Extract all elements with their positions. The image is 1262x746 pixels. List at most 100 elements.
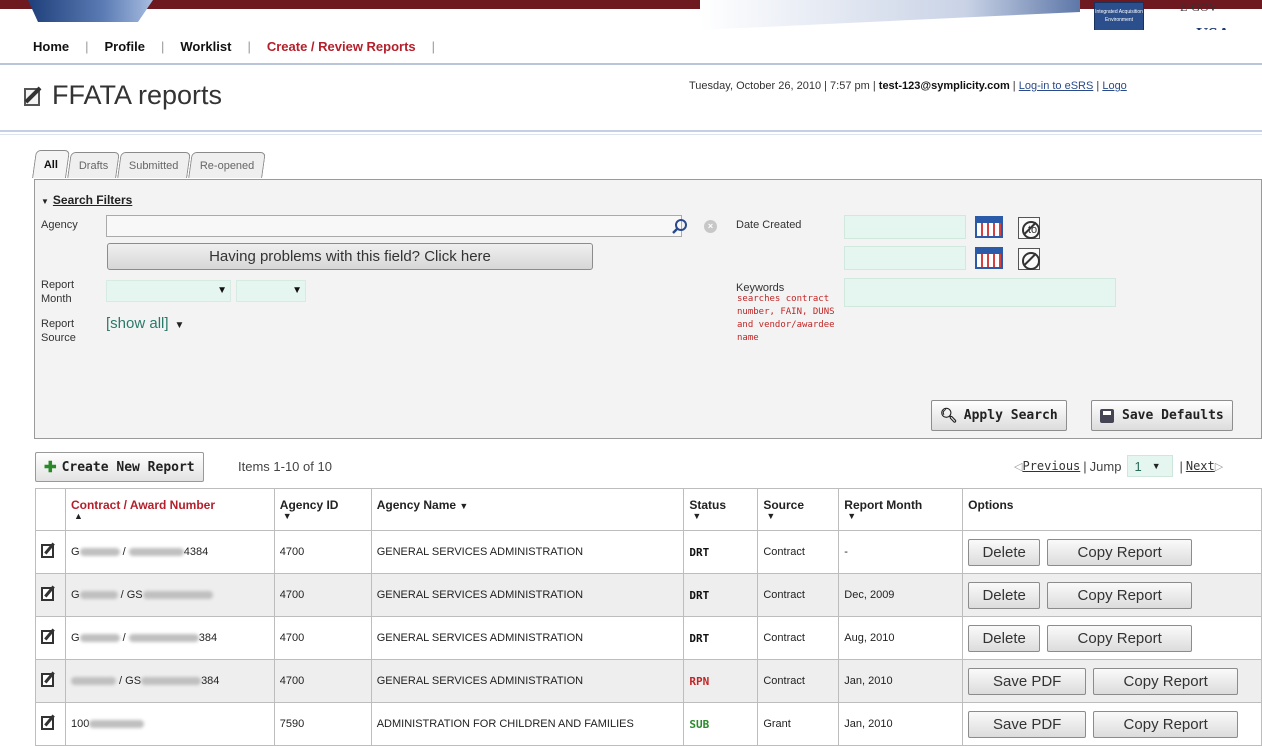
column-header-status[interactable]: Status ▼ — [683, 488, 759, 531]
main-nav: Home | Profile | Worklist | Create / Rev… — [0, 30, 1262, 62]
column-header-edit — [35, 488, 66, 531]
nav-separator: | — [247, 38, 251, 54]
jump-label: Jump — [1089, 458, 1122, 474]
banner-swoosh — [700, 0, 1080, 30]
nav-home[interactable]: Home — [33, 39, 69, 54]
edit-cell — [35, 573, 66, 617]
redacted-text — [89, 720, 145, 729]
date-to-input[interactable] — [844, 246, 966, 270]
copy-report-button[interactable]: Copy Report — [1093, 667, 1239, 695]
login-esrs-link[interactable]: Log-in to eSRS — [1019, 80, 1094, 92]
column-header-report-month[interactable]: Report Month ▼ — [838, 488, 964, 531]
jump-select[interactable]: 1 ▼ — [1127, 455, 1174, 477]
award-number-cell: G / GS — [64, 573, 275, 617]
date-from-input[interactable] — [844, 215, 966, 239]
edit-cell — [35, 616, 66, 660]
status-badge: DRT — [689, 588, 710, 602]
items-count: Items 1-10 of 10 — [238, 459, 332, 474]
agency-input[interactable] — [106, 215, 682, 237]
search-filters-toggle[interactable]: ▼ Search Filters — [41, 193, 132, 207]
header-divider — [0, 130, 1262, 132]
report-month-select[interactable]: ▼ — [106, 280, 231, 302]
keywords-hint: searches contract number, FAIN, DUNS and… — [737, 294, 835, 343]
separator: | — [1009, 80, 1019, 92]
options-cell: Save PDF Copy Report — [962, 659, 1262, 703]
logout-link[interactable]: Logo — [1102, 80, 1126, 92]
plus-icon: ✚ — [44, 459, 57, 476]
redacted-text — [128, 548, 184, 557]
nav-create-review-reports[interactable]: Create / Review Reports — [267, 39, 416, 54]
edit-icon[interactable] — [41, 715, 54, 730]
separator: | — [1093, 80, 1103, 92]
column-header-agency-id[interactable]: Agency ID ▼ — [273, 488, 372, 531]
column-header-source[interactable]: Source ▼ — [757, 488, 840, 531]
redacted-text — [141, 677, 202, 686]
chevron-down-icon: ▼ — [292, 285, 302, 296]
edit-report-icon — [22, 84, 46, 108]
nav-separator: | — [431, 38, 436, 54]
edit-icon[interactable] — [41, 586, 54, 601]
search-icon: 🔍︎ — [940, 407, 958, 424]
column-header-options: Options — [962, 488, 1262, 531]
nav-worklist[interactable]: Worklist — [180, 39, 231, 54]
report-month-cell: Dec, 2009 — [838, 573, 964, 617]
calendar-icon[interactable] — [975, 216, 1003, 238]
title-group: FFATA reports — [22, 80, 222, 111]
date-time: Tuesday, October 26, 2010 | 7:57 pm | — [689, 80, 879, 92]
keywords-input[interactable] — [844, 278, 1116, 307]
agency-help-button[interactable]: Having problems with this field? Click h… — [107, 243, 593, 270]
separator: | — [1083, 458, 1087, 474]
delete-button[interactable]: Delete — [968, 624, 1041, 652]
chevron-down-icon: ▼ — [174, 320, 185, 331]
delete-button[interactable]: Delete — [968, 581, 1041, 609]
redacted-text — [70, 677, 116, 686]
report-month-cell: Aug, 2010 — [838, 616, 964, 660]
tab-drafts[interactable]: Drafts — [67, 152, 121, 178]
copy-report-button[interactable]: Copy Report — [1047, 538, 1193, 566]
edit-icon[interactable] — [41, 629, 54, 644]
top-banner — [0, 0, 1262, 30]
clear-date-icon[interactable] — [1018, 248, 1040, 270]
copy-report-button[interactable]: Copy Report — [1093, 710, 1239, 738]
user-email: test-123@symplicity.com — [878, 80, 1010, 92]
clear-icon[interactable]: × — [704, 220, 717, 233]
previous-link[interactable]: Previous — [1022, 459, 1080, 473]
redacted-text — [142, 591, 213, 600]
save-pdf-button[interactable]: Save PDF — [968, 667, 1087, 695]
sort-down-icon: ▼ — [459, 501, 469, 511]
tab-all[interactable]: All — [32, 150, 71, 178]
tab-submitted[interactable]: Submitted — [117, 152, 191, 178]
copy-report-button[interactable]: Copy Report — [1047, 624, 1193, 652]
report-source-select[interactable]: [show all] ▼ — [106, 315, 184, 332]
column-header-award-number[interactable]: Contract / Award Number ▲ — [64, 488, 275, 531]
column-header-agency-name[interactable]: Agency Name ▼ — [370, 488, 685, 531]
save-pdf-button[interactable]: Save PDF — [968, 710, 1087, 738]
calendar-icon[interactable] — [975, 247, 1003, 269]
agency-name-cell: GENERAL SERVICES ADMINISTRATION — [370, 530, 685, 574]
save-defaults-button[interactable]: Save Defaults — [1091, 400, 1233, 431]
status-cell: RPN — [683, 659, 759, 703]
report-year-select[interactable]: ▼ — [236, 280, 306, 302]
create-new-report-button[interactable]: ✚ Create New Report — [35, 452, 204, 482]
nav-profile[interactable]: Profile — [105, 39, 145, 54]
award-number-cell: 100 — [64, 702, 275, 746]
search-filters-panel: ▼ Search Filters Agency × Having problems… — [34, 179, 1262, 439]
next-link[interactable]: Next — [1186, 459, 1215, 473]
apply-search-button[interactable]: 🔍︎ Apply Search — [931, 400, 1067, 431]
edit-icon[interactable] — [41, 543, 54, 558]
copy-report-button[interactable]: Copy Report — [1047, 581, 1193, 609]
redacted-text — [79, 591, 118, 600]
search-icon[interactable] — [671, 218, 689, 236]
edit-icon[interactable] — [41, 672, 54, 687]
status-badge: DRT — [689, 631, 710, 645]
agency-id-cell: 4700 — [273, 530, 372, 574]
delete-button[interactable]: Delete — [968, 538, 1041, 566]
options-cell: Delete Copy Report — [962, 616, 1262, 660]
agency-name-cell: GENERAL SERVICES ADMINISTRATION — [370, 616, 685, 660]
report-source-label: Report Source — [41, 318, 76, 344]
tab-re-opened[interactable]: Re-opened — [188, 152, 267, 178]
table-header-row: Contract / Award Number ▲ Agency ID ▼ Agen… — [35, 488, 1262, 531]
sort-up-icon: ▲ — [73, 511, 83, 521]
collapse-triangle-icon: ▼ — [41, 197, 49, 206]
status-cell: SUB — [683, 702, 759, 746]
